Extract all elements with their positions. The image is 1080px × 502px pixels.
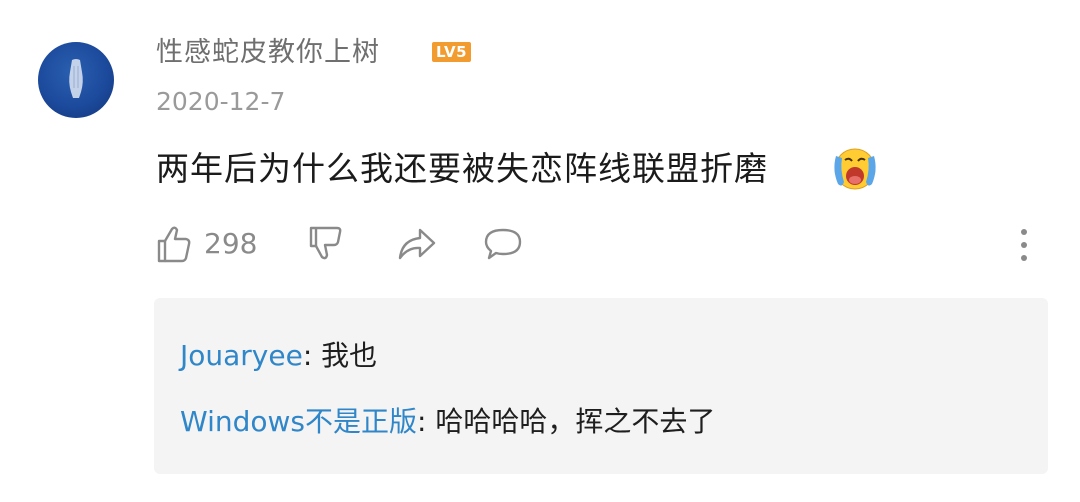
speech-bubble-icon bbox=[484, 228, 522, 260]
vertical-ellipsis-icon[interactable] bbox=[1014, 226, 1034, 266]
reply-item[interactable]: Windows不是正版: 哈哈哈哈，挥之不去了 bbox=[180, 402, 715, 442]
thumbs-down-icon bbox=[309, 226, 342, 260]
comment-card: 性感蛇皮教你上树 LV5 2020-12-7 两年后为什么我还要被失恋阵线联盟折… bbox=[0, 0, 1080, 502]
reply-list[interactable]: Jouaryee: 我也 Windows不是正版: 哈哈哈哈，挥之不去了 bbox=[154, 298, 1048, 474]
username[interactable]: 性感蛇皮教你上树 bbox=[156, 36, 380, 70]
reply-text: 哈哈哈哈，挥之不去了 bbox=[435, 405, 716, 438]
share-button[interactable] bbox=[396, 220, 438, 268]
reply-item[interactable]: Jouaryee: 我也 bbox=[180, 336, 377, 376]
dislike-button[interactable] bbox=[308, 220, 346, 268]
share-icon bbox=[398, 228, 436, 260]
level-badge: LV5 bbox=[432, 42, 472, 62]
comment-date: 2020-12-7 bbox=[156, 87, 286, 116]
reply-text: 我也 bbox=[321, 339, 378, 372]
like-count: 298 bbox=[204, 227, 258, 260]
avatar-figure-icon bbox=[69, 59, 83, 98]
reply-author[interactable]: Windows不是正版 bbox=[180, 405, 417, 438]
thumbs-up-icon bbox=[157, 226, 191, 263]
like-button[interactable]: 298 bbox=[156, 220, 257, 268]
crying-face-icon bbox=[834, 148, 876, 190]
reply-author[interactable]: Jouaryee bbox=[180, 339, 303, 372]
avatar[interactable] bbox=[38, 42, 114, 118]
reply-separator: : bbox=[302, 339, 322, 372]
reply-button[interactable] bbox=[482, 220, 524, 268]
comment-text: 两年后为什么我还要被失恋阵线联盟折磨 bbox=[156, 149, 768, 188]
reply-separator: : bbox=[417, 405, 436, 438]
